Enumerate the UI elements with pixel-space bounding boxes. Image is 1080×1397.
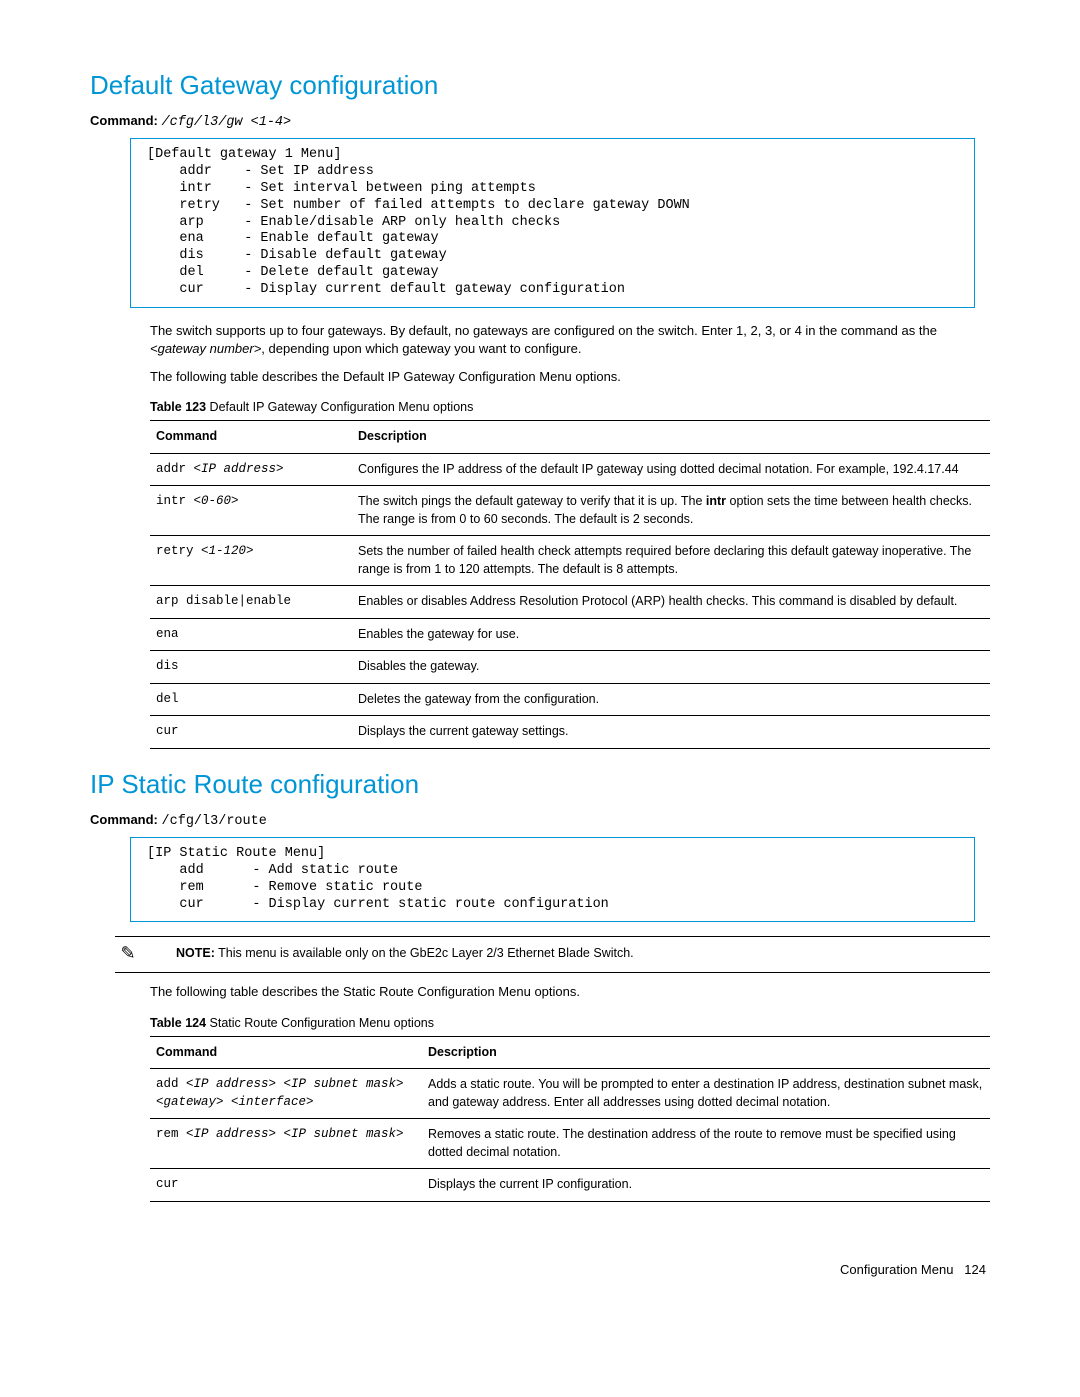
col-description: Description <box>422 1036 990 1069</box>
menu-output-box: [Default gateway 1 Menu] addr - Set IP a… <box>130 138 975 308</box>
table-row: del Deletes the gateway from the configu… <box>150 683 990 716</box>
command-label: Command: <box>90 812 158 827</box>
body-paragraph: The following table describes the Defaul… <box>150 368 990 386</box>
table-row: cur Displays the current gateway setting… <box>150 716 990 749</box>
section-heading: IP Static Route configuration <box>90 769 990 800</box>
table-row: intr <0-60> The switch pings the default… <box>150 486 990 536</box>
note-text: NOTE: This menu is available only on the… <box>176 945 990 963</box>
note-icon: ✎ <box>115 943 141 964</box>
command-value: /cfg/l3/route <box>162 814 267 829</box>
command-line: Command: /cfg/l3/gw <1-4> <box>90 113 990 130</box>
menu-output-box: [IP Static Route Menu] add - Add static … <box>130 837 975 923</box>
table-caption: Table 124 Static Route Configuration Men… <box>150 1016 990 1030</box>
body-paragraph: The following table describes the Static… <box>150 983 990 1001</box>
page-footer: Configuration Menu 124 <box>90 1262 990 1277</box>
table-row: cur Displays the current IP configuratio… <box>150 1169 990 1202</box>
table-row: add <IP address> <IP subnet mask> <gatew… <box>150 1069 990 1119</box>
table-caption: Table 123 Default IP Gateway Configurati… <box>150 400 990 414</box>
note-block: ✎ NOTE: This menu is available only on t… <box>115 936 990 973</box>
col-command: Command <box>150 1036 422 1069</box>
command-line: Command: /cfg/l3/route <box>90 812 990 829</box>
options-table: Command Description add <IP address> <IP… <box>150 1036 990 1202</box>
table-row: arp disable|enable Enables or disables A… <box>150 586 990 619</box>
table-row: ena Enables the gateway for use. <box>150 618 990 651</box>
section-heading: Default Gateway configuration <box>90 70 990 101</box>
options-table: Command Description addr <IP address> Co… <box>150 420 990 749</box>
table-row: dis Disables the gateway. <box>150 651 990 684</box>
command-value: /cfg/l3/gw <1-4> <box>162 115 292 130</box>
body-paragraph: The switch supports up to four gateways.… <box>150 322 990 358</box>
command-label: Command: <box>90 113 158 128</box>
table-row: addr <IP address> Configures the IP addr… <box>150 453 990 486</box>
col-command: Command <box>150 421 352 454</box>
table-row: rem <IP address> <IP subnet mask> Remove… <box>150 1119 990 1169</box>
col-description: Description <box>352 421 990 454</box>
table-row: retry <1-120> Sets the number of failed … <box>150 536 990 586</box>
